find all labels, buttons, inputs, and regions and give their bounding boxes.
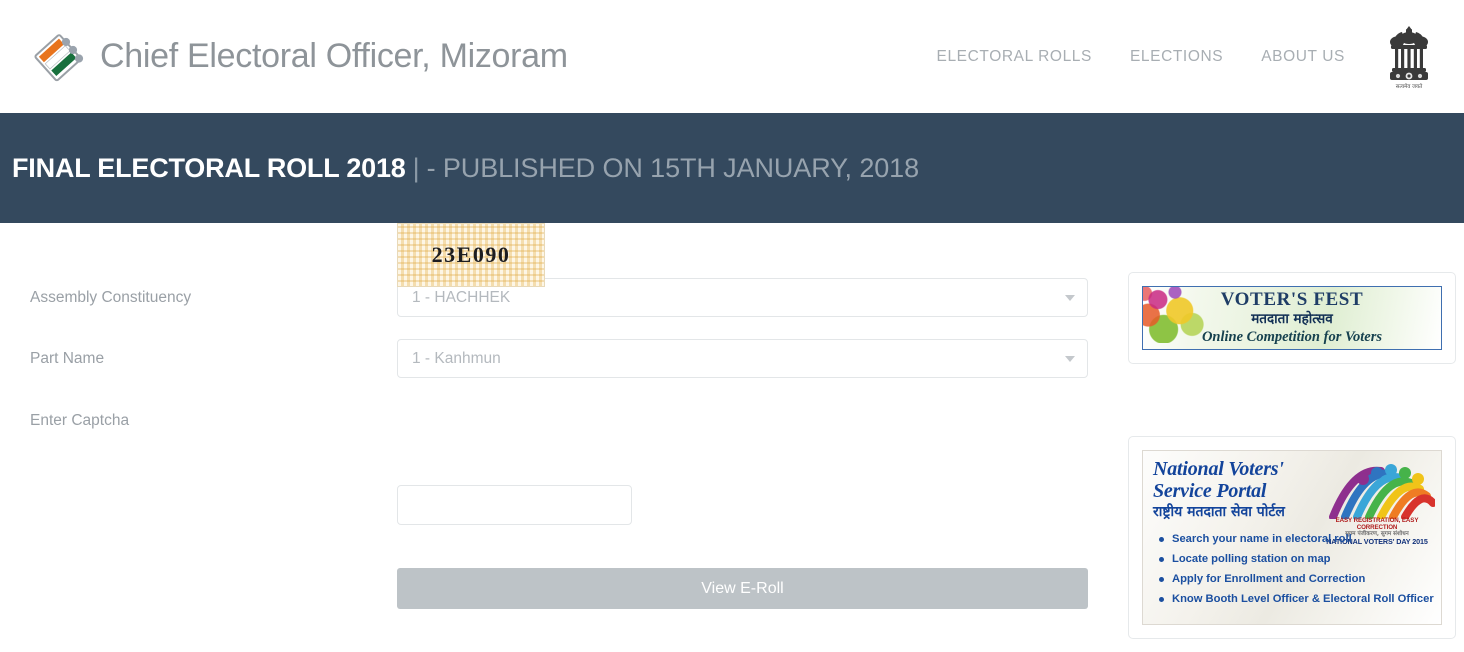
captcha-image-text: 23E090 — [431, 242, 511, 267]
banner-text-group: FINAL ELECTORAL ROLL 2018 | - PUBLISHED … — [12, 153, 919, 184]
list-item: Know Booth Level Officer & Electoral Rol… — [1159, 590, 1441, 610]
nvsp-rainbow-people-icon — [1329, 464, 1435, 519]
nvsp-feature-list: Search your name in electoral roll Locat… — [1159, 530, 1441, 610]
brand-logo-link[interactable]: Chief Electoral Officer, Mizoram — [30, 29, 568, 85]
main-navigation: ELECTORAL ROLLS ELECTIONS ABOUT US सत्यम… — [918, 0, 1434, 113]
part-name-select[interactable]: 1 - Kanhmun — [397, 339, 1088, 378]
emblem-motto: सत्यमेव जयते — [1396, 83, 1423, 90]
captcha-image: 23E090 — [397, 223, 545, 287]
captcha-label: Enter Captcha — [30, 412, 130, 429]
captcha-input[interactable] — [397, 485, 632, 525]
nvsp-banner: EASY REGISTRATION, EASY CORRECTION सुगम … — [1142, 450, 1442, 625]
site-header: Chief Electoral Officer, Mizoram ELECTOR… — [0, 0, 1464, 113]
list-item: Search your name in electoral roll — [1159, 530, 1441, 550]
nvsp-card[interactable]: EASY REGISTRATION, EASY CORRECTION सुगम … — [1128, 436, 1456, 639]
assembly-constituency-value: 1 - HACHHEK — [412, 288, 511, 306]
voters-fest-banner: VOTER'S FEST मतदाता महोत्सव Online Compe… — [1142, 286, 1442, 350]
chevron-down-icon — [1065, 355, 1075, 362]
voters-fest-subtitle: Online Competition for Voters — [1201, 328, 1383, 345]
voters-fest-title-hindi: मतदाता महोत्सव — [1251, 311, 1333, 328]
page-content: Assembly Constituency 1 - HACHHEK Part N… — [0, 223, 1464, 652]
brand-title: Chief Electoral Officer, Mizoram — [100, 37, 568, 75]
nav-elections[interactable]: ELECTIONS — [1111, 48, 1242, 66]
voters-fest-card[interactable]: VOTER'S FEST मतदाता महोत्सव Online Compe… — [1128, 272, 1456, 364]
page-title: FINAL ELECTORAL ROLL 2018 — [12, 152, 406, 183]
list-item: Locate polling station on map — [1159, 550, 1441, 570]
voters-fest-title: VOTER'S FEST — [1220, 289, 1364, 311]
page-title-banner: FINAL ELECTORAL ROLL 2018 | - PUBLISHED … — [0, 113, 1464, 223]
banner-separator: | — [412, 152, 420, 183]
nav-electoral-rolls[interactable]: ELECTORAL ROLLS — [918, 48, 1111, 66]
view-eroll-button[interactable]: View E-Roll — [397, 568, 1088, 609]
page-subtitle: - PUBLISHED ON 15TH JANUARY, 2018 — [426, 152, 919, 183]
eci-ballot-logo-icon — [34, 33, 84, 81]
nav-about-us[interactable]: ABOUT US — [1242, 48, 1364, 66]
assembly-constituency-label: Assembly Constituency — [30, 289, 192, 306]
part-name-label: Part Name — [30, 350, 105, 367]
chevron-down-icon — [1065, 294, 1075, 301]
part-name-value: 1 - Kanhmun — [412, 349, 501, 367]
list-item: Apply for Enrollment and Correction — [1159, 570, 1441, 590]
ashoka-emblem-icon: सत्यमेव जयते — [1390, 25, 1428, 90]
